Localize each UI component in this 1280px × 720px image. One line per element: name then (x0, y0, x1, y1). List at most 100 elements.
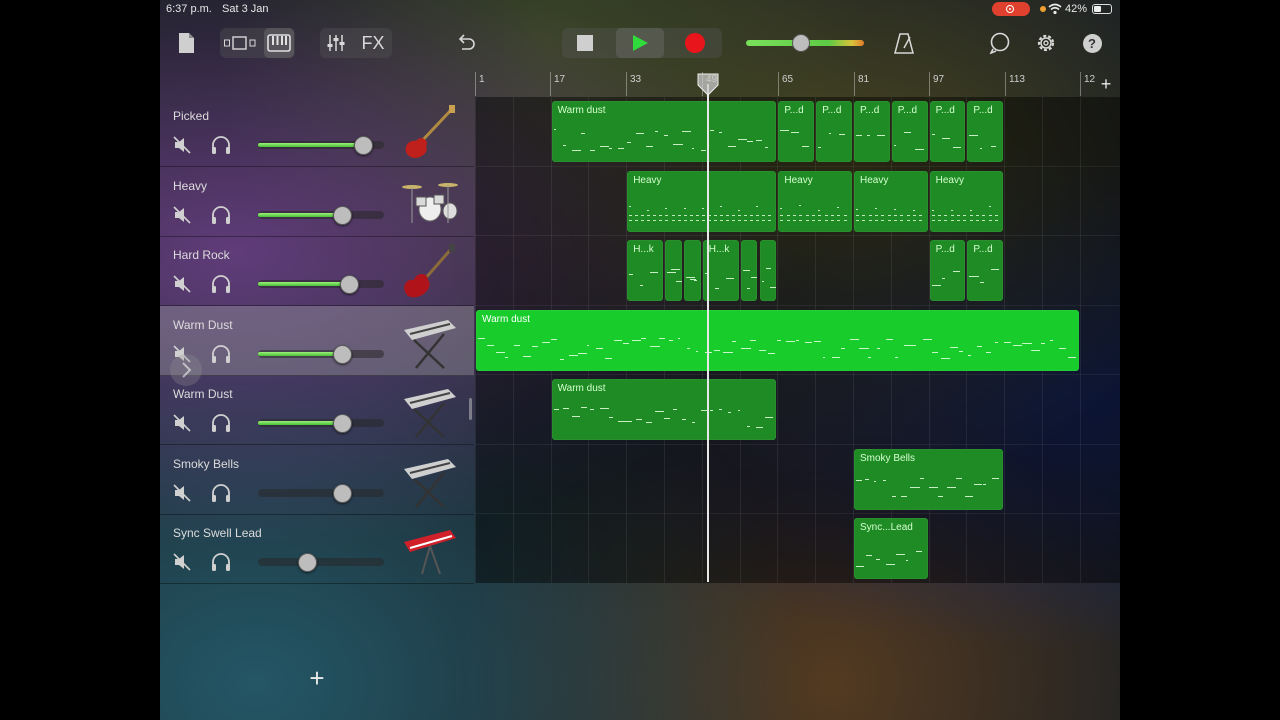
keyboard-icon (267, 34, 291, 52)
sidebar-expand-button[interactable] (170, 354, 202, 386)
track-volume-knob[interactable] (339, 275, 359, 294)
red-keyboard-icon[interactable] (400, 520, 460, 578)
stop-button[interactable] (572, 28, 598, 58)
track-volume-slider[interactable] (258, 205, 384, 225)
track-region[interactable]: P...d (816, 101, 852, 162)
track-region[interactable] (740, 240, 758, 301)
my-songs-icon (179, 33, 194, 53)
garageband-tracks-view: 6:37 p.m. Sat 3 Jan 42% FX ? Picked Heav… (160, 0, 1120, 720)
track-header[interactable]: Picked (160, 97, 474, 167)
mute-icon[interactable] (172, 135, 192, 155)
track-region[interactable]: P...d (929, 240, 966, 301)
timeline-ruler[interactable]: 117334965819711312 (475, 72, 1120, 96)
track-region[interactable]: Warm dust (551, 101, 777, 162)
mute-icon[interactable] (172, 205, 192, 225)
wifi-icon (1048, 3, 1062, 15)
headphones-icon[interactable] (210, 273, 232, 295)
track-volume-fill (258, 351, 342, 356)
settings-button[interactable] (1034, 28, 1058, 58)
track-volume-knob[interactable] (333, 414, 353, 433)
track-header[interactable]: Sync Swell Lead (160, 514, 474, 584)
mute-icon[interactable] (172, 552, 192, 572)
track-region[interactable]: P...d (929, 101, 966, 162)
my-songs-button[interactable] (174, 28, 198, 58)
headphones-icon[interactable] (210, 343, 232, 365)
track-volume-knob[interactable] (298, 553, 318, 572)
track-volume-knob[interactable] (333, 483, 353, 503)
track-region[interactable]: P...d (891, 101, 928, 162)
track-region[interactable]: P...d (967, 240, 1004, 301)
synth-keyboard-icon[interactable] (400, 312, 460, 370)
track-volume-slider[interactable] (258, 136, 384, 155)
track-region[interactable] (665, 240, 682, 301)
lane-divider (475, 235, 1120, 236)
track-region[interactable]: P...d (854, 101, 890, 162)
mute-icon[interactable] (172, 274, 192, 294)
browser-button[interactable] (222, 28, 258, 58)
headphones-icon[interactable] (210, 204, 232, 226)
lane-divider (475, 304, 1120, 306)
track-volume-slider[interactable] (258, 344, 384, 364)
track-volume-slider[interactable] (258, 553, 384, 572)
metronome-button[interactable] (892, 28, 916, 58)
fx-button[interactable]: FX (358, 28, 388, 58)
master-volume-slider[interactable] (746, 34, 864, 52)
headphones-icon[interactable] (210, 482, 232, 504)
track-name: Warm Dust (173, 387, 233, 401)
track-header[interactable]: Warm Dust (160, 375, 474, 445)
synth-keyboard-icon[interactable] (400, 451, 460, 509)
track-volume-slider[interactable] (258, 414, 384, 433)
track-region[interactable]: P...d (967, 101, 1004, 162)
playhead-handle[interactable] (697, 73, 719, 97)
track-region[interactable]: Smoky Bells (854, 448, 1004, 510)
add-section-button[interactable]: + (1096, 72, 1116, 96)
playhead-line (707, 84, 709, 582)
battery-percent: 42% (1065, 3, 1088, 15)
play-button[interactable] (616, 28, 664, 58)
tracks-view-button[interactable] (264, 28, 294, 58)
mute-icon[interactable] (172, 483, 192, 503)
track-header[interactable]: Warm Dust (160, 305, 474, 376)
track-region[interactable]: Heavy (778, 170, 852, 232)
track-region[interactable]: Heavy (627, 170, 777, 232)
drum-kit-icon[interactable] (400, 173, 460, 231)
track-volume-fill (258, 282, 348, 286)
track-region[interactable]: Heavy (929, 170, 1004, 232)
headphones-icon[interactable] (210, 551, 232, 573)
track-region[interactable]: Heavy (854, 170, 928, 232)
bass-guitar-icon[interactable] (400, 103, 460, 161)
lane-divider (475, 513, 1120, 514)
master-volume-knob[interactable] (792, 34, 810, 52)
track-volume-knob[interactable] (333, 205, 353, 225)
track-region[interactable] (759, 240, 777, 301)
track-lanes[interactable]: Warm dust P...d P...d P...d P...d P...d P...d H… (475, 97, 1120, 583)
record-icon (685, 33, 705, 53)
midi-notes (856, 542, 926, 573)
track-region[interactable]: Sync...Lead (854, 518, 928, 579)
track-volume-knob[interactable] (353, 136, 373, 155)
bar-number: 17 (554, 74, 566, 85)
mixer-button[interactable] (324, 28, 348, 58)
track-region[interactable]: P...d (778, 101, 815, 162)
help-button[interactable]: ? (1080, 28, 1104, 58)
track-region[interactable]: Warm dust (551, 379, 777, 440)
headphones-icon[interactable] (210, 412, 232, 434)
track-region[interactable] (683, 240, 701, 301)
resize-handle[interactable] (469, 398, 472, 420)
electric-guitar-icon[interactable] (400, 242, 460, 300)
track-volume-knob[interactable] (333, 344, 353, 364)
mute-icon[interactable] (172, 413, 192, 433)
record-button[interactable] (682, 28, 708, 58)
track-region[interactable]: H...k (627, 240, 663, 301)
track-header[interactable]: Hard Rock (160, 236, 474, 306)
track-header[interactable]: Heavy (160, 167, 474, 237)
track-region[interactable]: Warm dust (476, 309, 1079, 371)
synth-keyboard-icon[interactable] (400, 381, 460, 439)
add-track-button[interactable]: + (304, 662, 330, 694)
track-volume-slider[interactable] (258, 275, 384, 294)
track-header[interactable]: Smoky Bells (160, 445, 474, 515)
undo-button[interactable] (454, 28, 478, 58)
track-volume-slider[interactable] (258, 483, 384, 503)
loop-browser-button[interactable] (988, 28, 1012, 58)
headphones-icon[interactable] (210, 134, 232, 156)
